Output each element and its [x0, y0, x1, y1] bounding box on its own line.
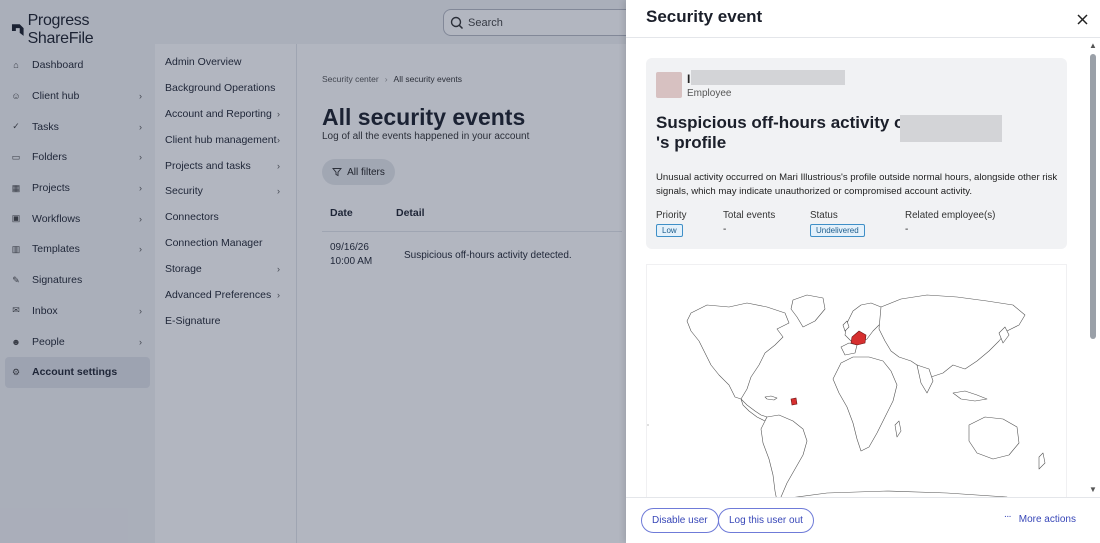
map-australia — [968, 416, 1020, 460]
disable-user-button[interactable]: Disable user — [641, 508, 719, 533]
event-title-prefix: Suspicious off-hours activity on — [656, 113, 915, 132]
related-employees-field: Related employee(s) - — [905, 210, 995, 235]
security-event-drawer: Security event I Employee Suspicious off… — [626, 0, 1100, 543]
map-iberia — [840, 342, 858, 356]
redacted-title-name — [900, 115, 1002, 142]
priority-field: Priority Low — [656, 210, 686, 237]
drawer-header: Security event — [626, 0, 1100, 38]
priority-badge: Low — [656, 224, 683, 237]
drawer-footer: Disable user Log this user out ··· More … — [626, 497, 1100, 543]
scroll-down-icon[interactable]: ▼ — [1089, 485, 1097, 494]
status-field: Status Undelivered — [810, 210, 865, 237]
map-new-zealand — [1038, 452, 1046, 470]
redacted-user-name — [691, 70, 845, 85]
world-map-svg — [647, 294, 1046, 497]
related-employees-label: Related employee(s) — [905, 210, 996, 221]
total-events-value: - — [723, 224, 727, 235]
close-icon — [1076, 13, 1088, 25]
drawer-body: I Employee Suspicious off-hours activity… — [626, 38, 1100, 497]
map-caribbean — [764, 395, 778, 401]
map-madagascar — [894, 420, 902, 438]
close-button[interactable] — [1073, 10, 1091, 28]
map-indonesia — [952, 390, 988, 402]
map-africa — [832, 356, 898, 452]
related-employees-value: - — [905, 224, 909, 235]
scrollbar-thumb[interactable] — [1090, 54, 1096, 339]
user-name-initial: I — [687, 72, 691, 86]
log-user-out-button[interactable]: Log this user out — [718, 508, 814, 533]
more-actions-button[interactable]: ··· More actions — [1003, 511, 1076, 525]
user-role: Employee — [687, 88, 732, 99]
map-south-america — [760, 414, 808, 497]
modal-overlay[interactable] — [0, 0, 626, 543]
scroll-up-icon[interactable]: ▲ — [1089, 41, 1097, 50]
event-title-suffix: 's profile — [656, 133, 727, 152]
status-label: Status — [810, 210, 838, 221]
map-highlight-french-guiana — [790, 397, 798, 406]
map-central-america — [740, 398, 768, 422]
priority-label: Priority — [656, 210, 687, 221]
event-description: Unusual activity occurred on Mari Illust… — [656, 172, 1058, 197]
avatar — [656, 72, 682, 98]
map-greenland — [790, 294, 826, 328]
event-summary-card: I Employee Suspicious off-hours activity… — [646, 58, 1067, 249]
total-events-label: Total events — [723, 210, 776, 221]
map-north-america — [686, 302, 790, 400]
world-map — [646, 264, 1067, 497]
more-dots-icon: ··· — [1003, 511, 1012, 522]
drawer-scrollbar[interactable]: ▲ ▼ — [1088, 38, 1097, 497]
total-events-field: Total events - — [723, 210, 775, 235]
more-actions-label: More actions — [1018, 514, 1076, 525]
drawer-title: Security event — [646, 7, 763, 26]
status-badge: Undelivered — [810, 224, 865, 237]
